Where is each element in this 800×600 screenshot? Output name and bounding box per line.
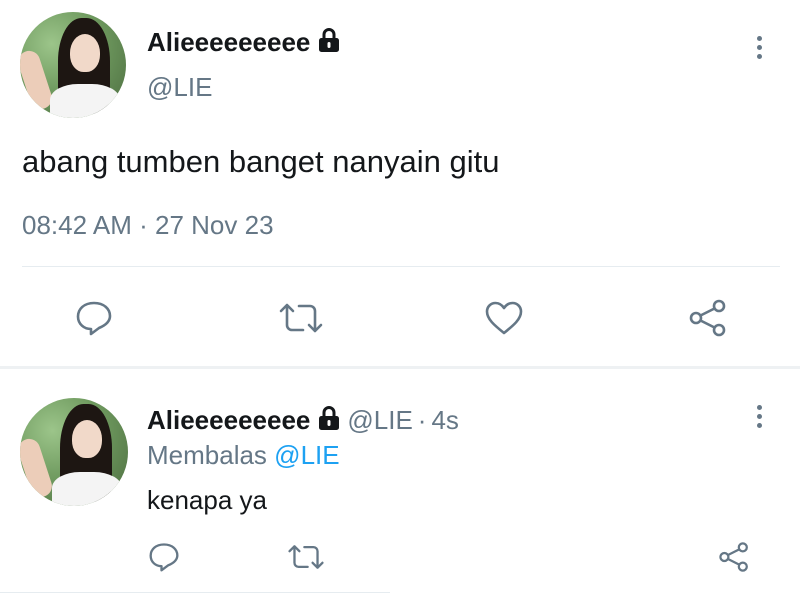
dot-separator: · <box>139 210 148 240</box>
like-button[interactable] <box>482 298 526 338</box>
user-handle[interactable]: @LIE <box>147 72 212 103</box>
replying-to-handle[interactable]: @LIE <box>274 440 339 470</box>
dot-separator: · <box>417 404 427 435</box>
replying-label: Membalas <box>147 440 267 470</box>
share-button[interactable] <box>716 540 752 574</box>
retweet-icon <box>279 303 323 333</box>
user-handle[interactable]: @LIE <box>347 405 412 436</box>
reply-text: kenapa ya <box>147 485 267 515</box>
tweet-text: abang tumben banget nanyain gitu <box>22 144 500 179</box>
display-name[interactable]: Alieeeeeeeee <box>147 405 310 436</box>
avatar[interactable] <box>20 398 128 506</box>
avatar[interactable] <box>20 12 126 118</box>
more-options-icon[interactable] <box>747 36 771 59</box>
reply-button[interactable] <box>146 540 182 574</box>
like-icon <box>485 301 523 335</box>
section-separator <box>0 366 800 369</box>
share-icon <box>689 299 726 337</box>
retweet-button[interactable] <box>285 540 327 574</box>
tweet-time: 08:42 AM <box>22 210 132 240</box>
timestamp: 08:42 AM · 27 Nov 23 <box>22 210 274 241</box>
replying-to: Membalas @LIE <box>147 440 340 471</box>
reply-button[interactable] <box>72 298 116 338</box>
tweet-date: 27 Nov 23 <box>155 210 274 240</box>
retweet-button[interactable] <box>275 298 327 338</box>
tweet-age: 4s <box>431 404 459 435</box>
share-icon <box>719 542 748 572</box>
display-name[interactable]: Alieeeeeeeee <box>147 27 310 58</box>
reply-icon <box>149 543 179 572</box>
share-button[interactable] <box>686 298 730 338</box>
lock-icon <box>317 405 341 436</box>
lock-icon <box>317 27 341 58</box>
more-options-icon[interactable] <box>747 405 771 428</box>
retweet-icon <box>288 545 324 569</box>
divider <box>0 592 390 593</box>
reply-icon <box>76 301 112 336</box>
divider <box>22 266 780 267</box>
